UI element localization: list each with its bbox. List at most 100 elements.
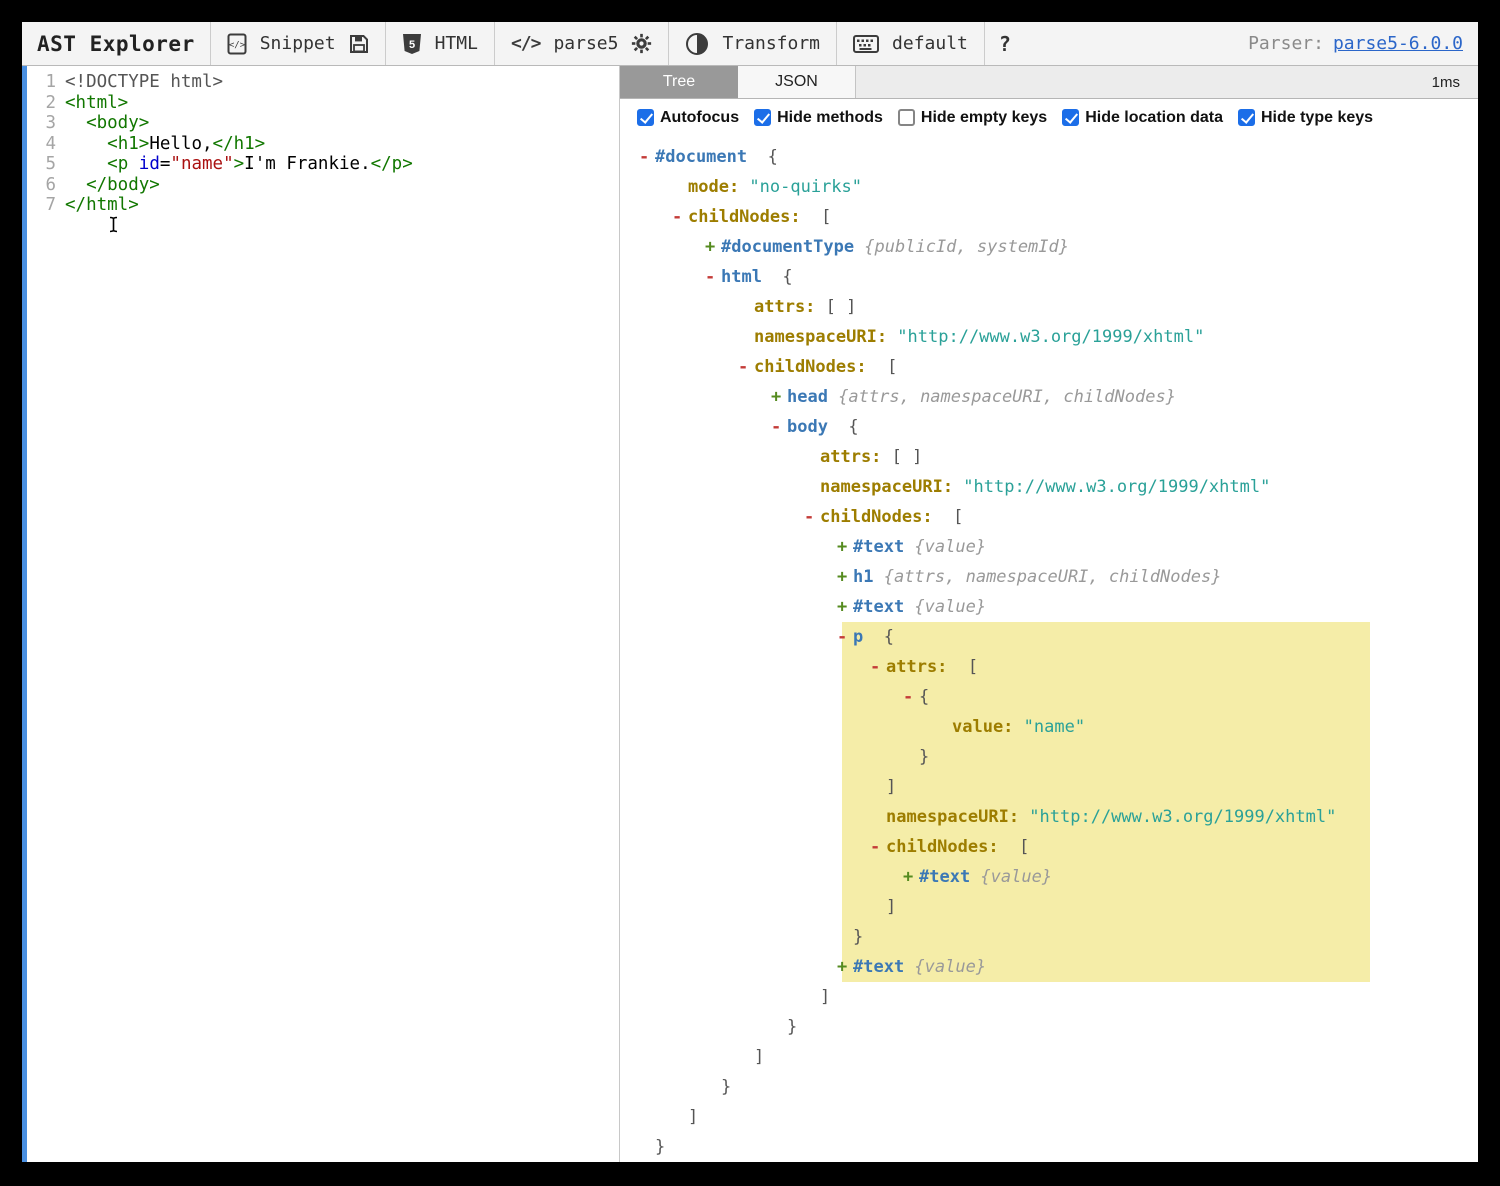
option-hide-methods[interactable]: Hide methods [754, 109, 883, 127]
tree-line: - body { [639, 412, 1468, 442]
snippet-button[interactable]: </> Snippet [211, 33, 385, 55]
tree-line: value: "name" [639, 712, 1468, 742]
collapse-toggle-icon[interactable]: - [837, 622, 853, 652]
tree-token-meta: {attrs, namespaceURI, childNodes} [827, 387, 1176, 407]
tree-token-node[interactable]: #documentType [721, 237, 854, 257]
tree-line: mode: "no-quirks" [639, 172, 1468, 202]
tree-token-node[interactable]: head [787, 387, 828, 407]
code-lines: 1 <!DOCTYPE html> 2 <html> 3 <body> 4 <h1>Hel… [30, 72, 619, 216]
option-autofocus[interactable]: Autofocus [637, 109, 739, 127]
option-label: Hide type keys [1260, 108, 1374, 126]
tree-line: + h1 {attrs, namespaceURI, childNodes} [639, 562, 1468, 592]
collapse-toggle-icon[interactable]: - [870, 652, 886, 682]
code-line: 6 </body> [30, 175, 619, 196]
tree-token-node[interactable]: #text [919, 867, 970, 887]
tree-token-meta: {value} [970, 867, 1053, 887]
collapse-toggle-icon[interactable]: - [705, 262, 721, 292]
tree-token-str: "name" [1013, 717, 1086, 737]
tree-token-node[interactable]: #text [853, 957, 904, 977]
tree-line: -{ [639, 682, 1468, 712]
tree-token-brk: ] [886, 897, 897, 917]
code-file-icon: </> [227, 33, 247, 55]
tab-tree[interactable]: Tree [620, 66, 738, 98]
tree-token-key: namespaceURI: [754, 327, 888, 347]
expand-toggle-icon[interactable]: + [903, 862, 919, 892]
transform-button[interactable]: Transform [669, 32, 836, 56]
collapse-toggle-icon[interactable]: - [738, 352, 754, 382]
parser-name-label: parse5 [553, 33, 619, 54]
option-hide-type-keys[interactable]: Hide type keys [1237, 108, 1374, 127]
checkbox[interactable] [1237, 109, 1255, 126]
option-label: Hide location data [1085, 108, 1223, 126]
tree-token-node[interactable]: #document [655, 147, 747, 167]
tree-token-brk: [ ] [815, 297, 857, 317]
expand-toggle-icon[interactable]: + [837, 532, 853, 562]
transform-label: Transform [722, 33, 821, 54]
parser-button[interactable]: </> parse5 [495, 33, 669, 54]
tree-line: } [639, 742, 1468, 772]
tab-json-label: JSON [775, 73, 818, 90]
code-text: </html> [65, 195, 139, 215]
tree-token-node[interactable]: html [721, 267, 762, 287]
tree-line: namespaceURI: "http://www.w3.org/1999/xh… [639, 802, 1468, 832]
tree-token-node[interactable]: body [787, 417, 828, 437]
code-text: <p id="name">I'm Frankie.</p> [107, 154, 413, 174]
tree-line: + #text {value} [639, 532, 1468, 562]
save-icon[interactable] [349, 34, 369, 54]
tree-token-node[interactable]: #text [853, 597, 904, 617]
line-number: 1 [45, 72, 56, 92]
tree-token-str: "no-quirks" [739, 177, 863, 197]
tree-token-brk: } [919, 747, 930, 767]
line-number: 4 [45, 133, 56, 154]
expand-toggle-icon[interactable]: + [705, 232, 721, 262]
expand-toggle-icon[interactable]: + [837, 592, 853, 622]
tree-token-brk: } [721, 1077, 732, 1097]
svg-text:</>: </> [229, 40, 246, 50]
tree-token-meta: {publicId, systemId} [854, 237, 1069, 257]
tree-token-brk: [ [800, 207, 832, 227]
tree-line: - attrs: [ [639, 652, 1468, 682]
help-button[interactable]: ? [985, 32, 1025, 56]
line-number: 2 [45, 92, 56, 113]
snippet-label: Snippet [259, 33, 336, 54]
keymap-button[interactable]: default [837, 33, 984, 54]
collapse-toggle-icon[interactable]: - [771, 412, 787, 442]
tree-token-key: mode: [688, 177, 740, 197]
checkbox[interactable] [1062, 109, 1080, 126]
tree-token-meta: {value} [904, 537, 987, 557]
option-hide-empty-keys[interactable]: Hide empty keys [897, 109, 1047, 127]
expand-toggle-icon[interactable]: + [837, 562, 853, 592]
collapse-toggle-icon[interactable]: - [870, 832, 886, 862]
checkbox[interactable] [897, 109, 915, 126]
collapse-toggle-icon[interactable]: - [639, 142, 655, 172]
expand-toggle-icon[interactable]: + [837, 952, 853, 982]
tree-line: attrs: [ ] [639, 442, 1468, 472]
tree-line: } [639, 1012, 1468, 1042]
gear-icon[interactable] [631, 33, 652, 54]
line-number: 5 [45, 154, 56, 174]
accent-strip [22, 66, 27, 1162]
collapse-toggle-icon[interactable]: - [804, 502, 820, 532]
parser-version-link[interactable]: parse5-6.0.0 [1333, 33, 1463, 54]
tree-token-key: namespaceURI: [820, 477, 954, 497]
tree-token-node[interactable]: #text [853, 537, 904, 557]
tree-token-brk: } [853, 927, 864, 947]
tree-token-key: childNodes: [820, 507, 933, 527]
expand-toggle-icon[interactable]: + [771, 382, 787, 412]
collapse-toggle-icon[interactable]: - [903, 682, 919, 712]
tree-token-brk: ] [886, 777, 897, 797]
checkbox[interactable] [637, 109, 654, 126]
tree-token-key: childNodes: [688, 207, 801, 227]
tree-line: ] [639, 772, 1468, 802]
option-hide-location-data[interactable]: Hide location data [1062, 109, 1223, 127]
language-button[interactable]: 5 HTML [386, 33, 494, 55]
tree-token-brk: ] [688, 1107, 699, 1127]
tree-token-brk: [ ] [881, 447, 923, 467]
tree-token-node[interactable]: p [853, 627, 863, 647]
collapse-toggle-icon[interactable]: - [672, 202, 688, 232]
code-editor[interactable]: 1 <!DOCTYPE html> 2 <html> 3 <body> 4 <h1>Hel… [22, 66, 620, 1162]
tab-json[interactable]: JSON [738, 66, 856, 98]
tree-line: ] [639, 982, 1468, 1012]
tree-token-node[interactable]: h1 [853, 567, 873, 587]
checkbox[interactable] [754, 109, 772, 126]
